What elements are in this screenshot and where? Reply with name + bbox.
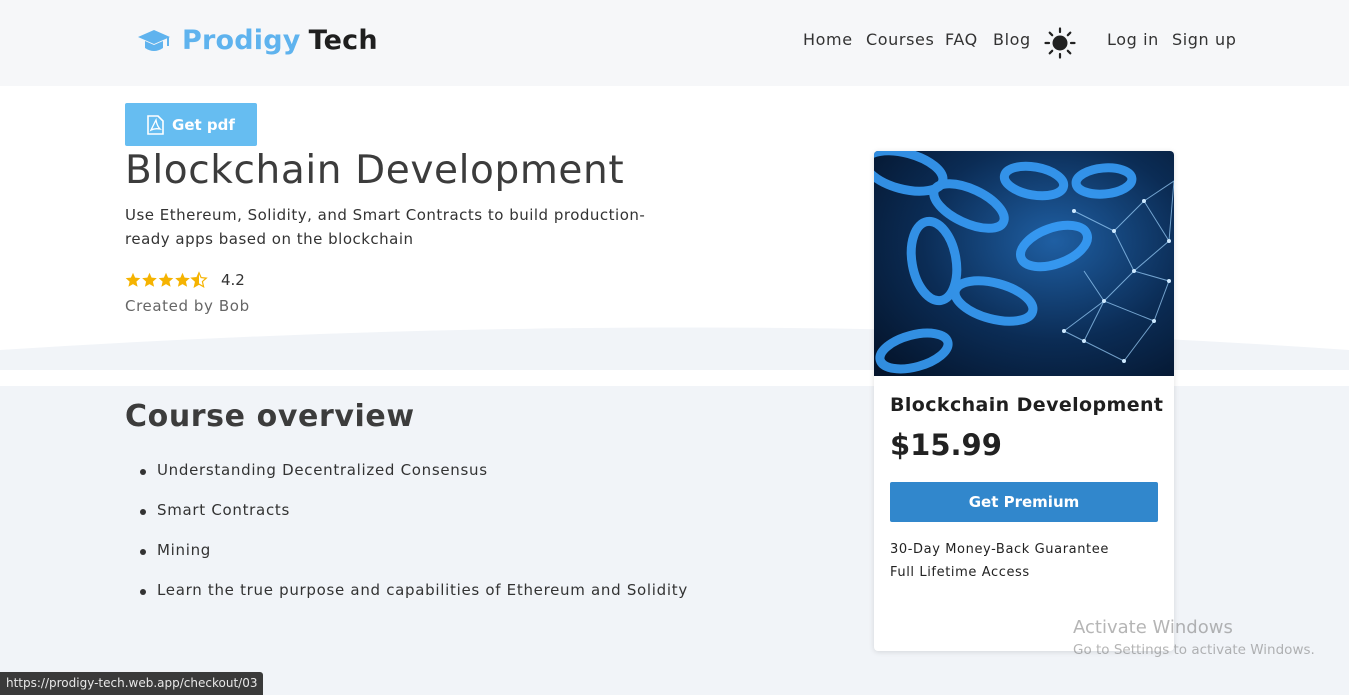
overview-title: Course overview xyxy=(125,399,415,434)
get-premium-button[interactable]: Get Premium xyxy=(890,482,1158,522)
list-item: Understanding Decentralized Consensus xyxy=(135,461,688,501)
activate-windows-title: Activate Windows xyxy=(1073,617,1233,638)
get-pdf-button[interactable]: Get pdf xyxy=(125,103,257,146)
activate-windows-watermark: Activate Windows Go to Settings to activ… xyxy=(1073,617,1315,658)
activate-windows-subtitle: Go to Settings to activate Windows. xyxy=(1073,642,1315,658)
nav-faq[interactable]: FAQ xyxy=(945,30,978,49)
sun-icon[interactable] xyxy=(1044,27,1076,59)
course-thumbnail xyxy=(874,151,1174,376)
nav-home[interactable]: Home xyxy=(803,30,853,49)
star-half-icon xyxy=(191,272,207,288)
nav-blog[interactable]: Blog xyxy=(993,30,1031,49)
main-nav: Home Courses FAQ Blog Log in Sign up xyxy=(0,30,1349,54)
course-description: Use Ethereum, Solidity, and Smart Contra… xyxy=(125,206,646,248)
purchase-card: Blockchain Development $15.99 Get Premiu… xyxy=(874,151,1174,651)
star-icon xyxy=(142,272,157,287)
list-item: Smart Contracts xyxy=(135,501,688,541)
link-status-bar: https://prodigy-tech.web.app/checkout/03 xyxy=(0,672,264,695)
star-icon xyxy=(158,272,174,287)
signup-link[interactable]: Sign up xyxy=(1172,30,1236,49)
rating-value: 4.2 xyxy=(221,271,245,289)
rating-stars xyxy=(125,272,207,288)
login-link[interactable]: Log in xyxy=(1107,30,1159,49)
star-icon xyxy=(175,272,190,287)
list-item: Learn the true purpose and capabilities … xyxy=(135,581,688,621)
site-header: Prodigy Tech Home Courses FAQ Blog Log in… xyxy=(0,0,1349,86)
card-course-title: Blockchain Development xyxy=(890,394,1164,416)
card-feature-access: Full Lifetime Access xyxy=(890,565,1030,580)
course-title: Blockchain Development xyxy=(125,148,625,193)
card-feature-guarantee: 30-Day Money-Back Guarantee xyxy=(890,542,1109,557)
pdf-icon xyxy=(147,114,164,135)
course-creator: Created by Bob xyxy=(125,297,250,315)
get-pdf-label: Get pdf xyxy=(172,115,235,134)
star-icon xyxy=(125,272,141,287)
overview-list: Understanding Decentralized Consensus Sm… xyxy=(135,461,688,621)
list-item: Mining xyxy=(135,541,688,581)
card-price: $15.99 xyxy=(890,428,1002,462)
nav-courses[interactable]: Courses xyxy=(866,30,934,49)
